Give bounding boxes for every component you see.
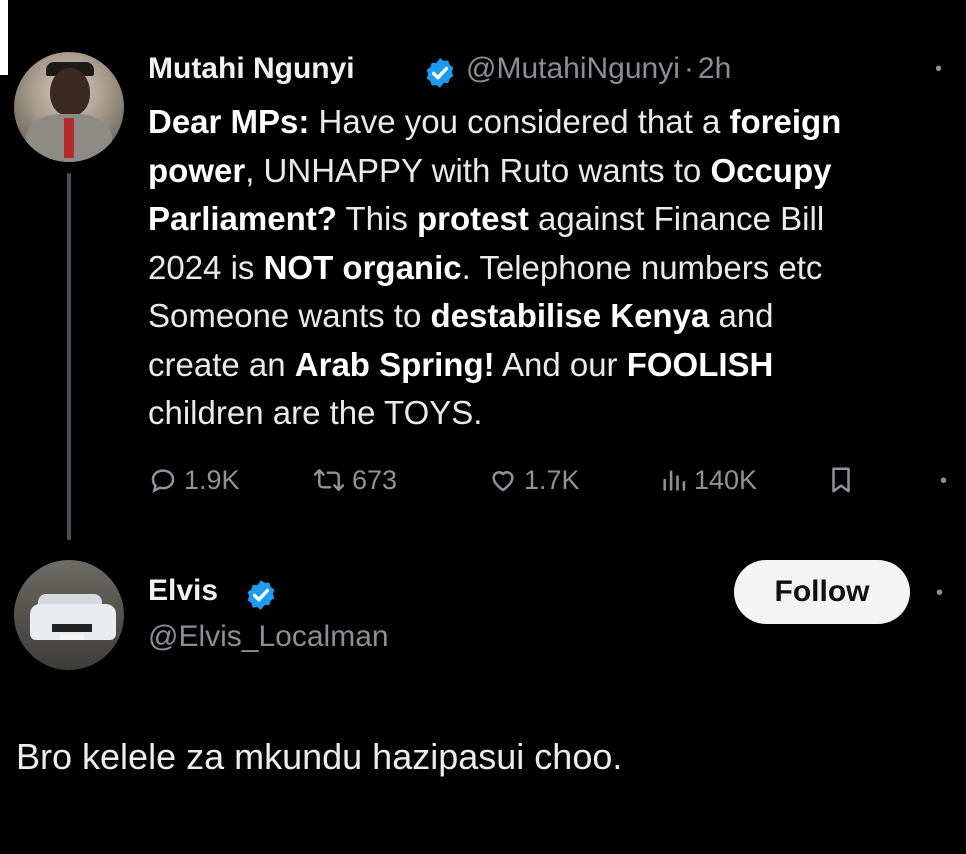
like-action[interactable]: 1.7K: [488, 458, 580, 502]
tweet-body-line: Dear MPs: Have you considered that a for…: [148, 98, 958, 147]
author-handle[interactable]: @MutahiNgunyi · 2h: [466, 52, 731, 86]
author-handle-text[interactable]: @MutahiNgunyi: [466, 52, 680, 85]
tweet-bold-text: Arab Spring!: [294, 345, 495, 383]
tweet-text: Someone wants to: [148, 297, 431, 334]
tweet-bold-text: Dear MPs:: [148, 103, 310, 140]
tweet-text: against Finance Bill: [528, 200, 825, 237]
tweet-bold-text: NOT organic: [263, 248, 462, 286]
repost-icon: [312, 465, 346, 495]
follow-button[interactable]: Follow: [734, 560, 910, 624]
tweet-text: Have you considered that a: [309, 103, 730, 140]
tweet-text: . Telephone numbers etc: [461, 248, 823, 286]
tweet-bold-text: power: [148, 151, 246, 189]
tweet-bold-text: Parliament?: [148, 200, 337, 237]
reply-body: Bro kelele za mkundu hazipasui choo.: [16, 736, 623, 777]
tweet-text: This: [336, 200, 417, 237]
share-icon[interactable]: •: [940, 470, 947, 493]
repost-count: 673: [352, 464, 398, 495]
like-icon: [488, 465, 518, 495]
author-name[interactable]: Mutahi Ngunyi: [148, 52, 355, 86]
views-icon: [660, 465, 688, 495]
tweet-text: , UNHAPPY with Ruto wants to: [245, 151, 711, 189]
tweet-body-line: create an Arab Spring! And our FOOLISH: [148, 341, 958, 390]
reply-count: 1.9K: [184, 464, 240, 495]
avatar-elvis[interactable]: [14, 560, 124, 670]
reply-verified-badge-icon: [244, 578, 278, 612]
tweet-text: children are the TOYS.: [148, 394, 483, 431]
reply-author-handle[interactable]: @Elvis_Localman: [148, 620, 389, 654]
views-action[interactable]: 140K: [660, 458, 757, 502]
verified-badge-icon: [423, 56, 457, 90]
reply-icon: [148, 465, 178, 495]
tweet-bold-text: protest: [417, 200, 529, 237]
tweet-time[interactable]: 2h: [698, 52, 731, 85]
tweet-bold-text: destabilise Kenya: [430, 297, 710, 334]
tweet-body-line: power, UNHAPPY with Ruto wants to Occupy: [148, 147, 958, 196]
tweet-body-line: children are the TOYS.: [148, 389, 958, 438]
tweet-body-line: Parliament? This protest against Finance…: [148, 195, 958, 244]
left-edge-strip: [0, 0, 8, 75]
tweet-text: and: [709, 297, 774, 334]
bookmark-action[interactable]: [828, 458, 854, 502]
thread-line: [67, 173, 71, 540]
tweet-body-line: Someone wants to destabilise Kenya and: [148, 292, 958, 341]
bookmark-icon: [828, 465, 854, 495]
tweet-text: 2024 is: [148, 248, 264, 286]
tweet-bold-text: FOOLISH: [626, 345, 774, 383]
like-count: 1.7K: [524, 464, 580, 495]
avatar-mutahi-ngunyi[interactable]: [14, 52, 124, 162]
tweet-text: And our: [494, 345, 627, 383]
views-count: 140K: [694, 464, 758, 495]
separator-dot: ·: [683, 52, 694, 85]
tweet-text: create an: [148, 345, 295, 383]
tweet-body: Dear MPs: Have you considered that a for…: [148, 98, 958, 438]
reply-more-options-icon[interactable]: •: [936, 582, 943, 605]
tweet-bold-text: foreign: [729, 103, 842, 140]
tweet-bold-text: Occupy: [710, 151, 832, 189]
more-options-icon[interactable]: •: [935, 58, 942, 81]
tweet-body-line: 2024 is NOT organic. Telephone numbers e…: [148, 244, 958, 293]
reply-author-name[interactable]: Elvis: [148, 574, 218, 608]
reply-action[interactable]: 1.9K: [148, 458, 240, 502]
repost-action[interactable]: 673: [312, 458, 397, 502]
